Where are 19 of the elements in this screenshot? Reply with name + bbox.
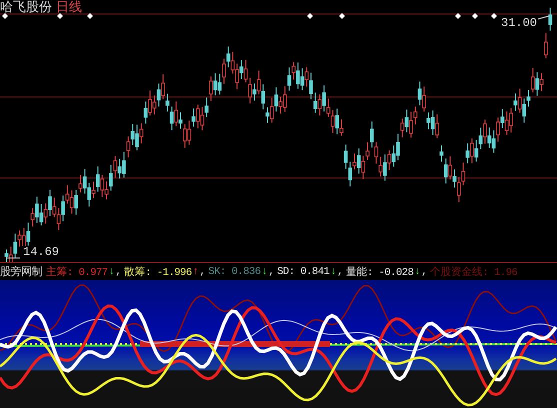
- stock-name: 哈飞股份: [0, 0, 52, 16]
- indicator-value: SK: 0.836: [208, 266, 260, 278]
- separator: ,: [115, 266, 122, 278]
- indicator-value: 量能: -0.028: [346, 266, 414, 278]
- chart-period: 日线: [56, 0, 82, 16]
- separator: ,: [199, 266, 206, 278]
- separator: ,: [337, 266, 343, 278]
- trend-arrow: ↓: [262, 266, 268, 278]
- trend-arrow: ↓: [330, 266, 336, 278]
- indicator-value: 散筹: -1.996: [124, 266, 192, 278]
- trend-arrow: ↓: [414, 266, 420, 278]
- indicator-name: 股旁网制: [0, 264, 42, 279]
- indicator-value: SD: 0.841: [277, 266, 330, 278]
- indicator-value: 主筹: 0.977: [46, 265, 108, 278]
- indicator-value: 个股资金线: 1.96: [430, 265, 518, 278]
- separator: ,: [268, 266, 274, 278]
- separator: ,: [421, 266, 428, 278]
- trend-arrow: ↑: [192, 266, 198, 278]
- trend-arrow: ↓: [108, 266, 114, 278]
